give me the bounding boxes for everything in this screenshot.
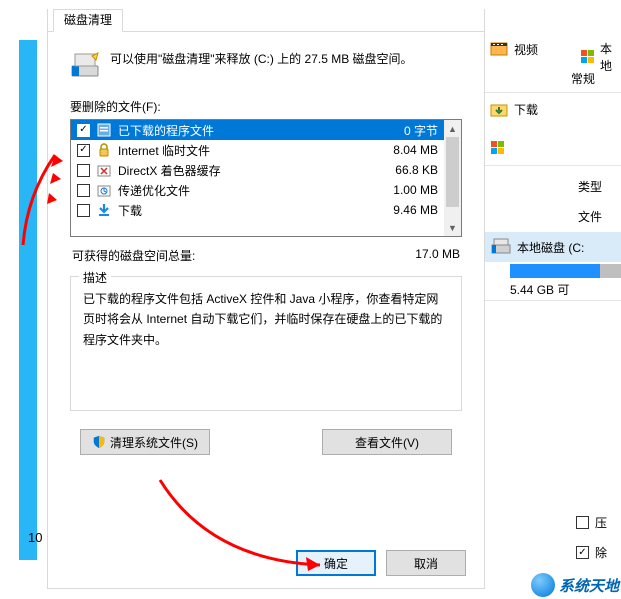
list-item[interactable]: 传递优化文件1.00 MB	[71, 180, 444, 200]
scrollbar[interactable]: ▲ ▼	[444, 120, 461, 236]
disk-cleanup-icon	[70, 50, 98, 80]
watermark-logo: 系统天地	[531, 573, 619, 597]
view-files-button[interactable]: 查看文件(V)	[322, 429, 452, 455]
list-item-name: 已下载的程序文件	[118, 122, 404, 139]
thispc-item[interactable]: 本地	[580, 40, 621, 74]
shield-icon	[92, 435, 106, 449]
directx-icon	[96, 162, 112, 178]
tab-disk-cleanup[interactable]: 磁盘清理	[53, 9, 123, 32]
separator	[485, 165, 621, 166]
scroll-up-button[interactable]: ▲	[444, 120, 461, 137]
delivery-icon	[96, 182, 112, 198]
list-item-size: 0 字节	[404, 122, 438, 139]
download-icon	[96, 202, 112, 218]
footer-number: 10	[28, 530, 42, 545]
list-item[interactable]: ✓ 已下载的程序文件0 字节	[71, 120, 444, 140]
usage-bar-free	[600, 264, 621, 278]
list-item[interactable]: DirectX 着色器缓存66.8 KB	[71, 160, 444, 180]
list-item-name: DirectX 着色器缓存	[118, 162, 395, 179]
description-text: 已下载的程序文件包括 ActiveX 控件和 Java 小程序，你查看特定网页时…	[83, 289, 449, 350]
list-item[interactable]: 下载9.46 MB	[71, 200, 444, 220]
separator	[485, 92, 621, 93]
clean-system-files-button[interactable]: 清理系统文件(S)	[80, 429, 210, 455]
intro-text: 可以使用"磁盘清理"来释放 (C:) 上的 27.5 MB 磁盘空间。	[110, 50, 413, 68]
video-label: 视频	[514, 41, 538, 58]
checkbox-icon[interactable]	[77, 164, 90, 177]
checkbox-icon[interactable]: ✓	[77, 144, 90, 157]
checkbox-icon[interactable]: ✓	[77, 124, 90, 137]
thispc-label: 本地	[600, 40, 621, 74]
ok-button[interactable]: 确定	[296, 550, 376, 576]
files-listbox[interactable]: ✓ 已下载的程序文件0 字节 ✓ Internet 临时文件8.04 MB Direct…	[70, 119, 462, 237]
list-item-size: 1.00 MB	[393, 183, 438, 197]
cancel-button[interactable]: 取消	[386, 550, 466, 576]
background-accent	[19, 40, 37, 560]
description-legend: 描述	[79, 269, 111, 286]
lock-icon	[96, 142, 112, 158]
program-files-icon	[96, 122, 112, 138]
list-item-name: Internet 临时文件	[118, 142, 393, 159]
compress-checkbox[interactable]: 压	[576, 514, 607, 531]
drive-row-label: 本地磁盘 (C:	[517, 239, 584, 256]
drive-row-selected[interactable]: 本地磁盘 (C:	[485, 232, 621, 262]
globe-icon	[531, 573, 555, 597]
checkbox-icon[interactable]	[77, 204, 90, 217]
nav-tab-general[interactable]: 常规	[571, 70, 595, 87]
scroll-down-button[interactable]: ▼	[444, 219, 461, 236]
separator	[485, 300, 621, 301]
usage-bar-used	[510, 264, 600, 278]
video-folder[interactable]: 视频	[490, 40, 538, 58]
drive-item-bg	[490, 140, 508, 158]
windows-flag-icon	[580, 49, 594, 65]
checkbox-icon: ✓	[576, 546, 589, 559]
windows-flag-icon	[490, 140, 508, 158]
download-folder-icon	[490, 100, 508, 118]
total-space-value: 17.0 MB	[415, 247, 460, 264]
list-item-name: 传递优化文件	[118, 182, 393, 199]
description-group: 描述 已下载的程序文件包括 ActiveX 控件和 Java 小程序，你查看特定…	[70, 276, 462, 411]
list-item-size: 66.8 KB	[395, 163, 438, 177]
tab-strip: 磁盘清理	[48, 9, 484, 32]
list-item-size: 9.46 MB	[393, 203, 438, 217]
drive-icon	[491, 238, 511, 256]
type-label: 类型	[578, 178, 602, 195]
list-item[interactable]: ✓ Internet 临时文件8.04 MB	[71, 140, 444, 160]
checkbox-icon[interactable]	[77, 184, 90, 197]
list-item-size: 8.04 MB	[393, 143, 438, 157]
list-item-name: 下载	[118, 202, 393, 219]
total-space-label: 可获得的磁盘空间总量:	[72, 247, 415, 264]
filesys-label: 文件	[578, 208, 602, 225]
checkbox-icon	[576, 516, 589, 529]
allow-index-checkbox[interactable]: ✓ 除	[576, 544, 607, 561]
download-label: 下载	[514, 101, 538, 118]
scroll-thumb[interactable]	[446, 137, 459, 207]
files-to-delete-label: 要删除的文件(F):	[70, 98, 462, 115]
video-icon	[490, 40, 508, 58]
download-folder[interactable]: 下载	[490, 100, 538, 118]
free-space-label: 5.44 GB 可	[510, 281, 569, 298]
disk-cleanup-dialog: 磁盘清理 可以使用"磁盘清理"来释放 (C:) 上的 27.5 MB 磁盘空间。…	[47, 9, 485, 589]
